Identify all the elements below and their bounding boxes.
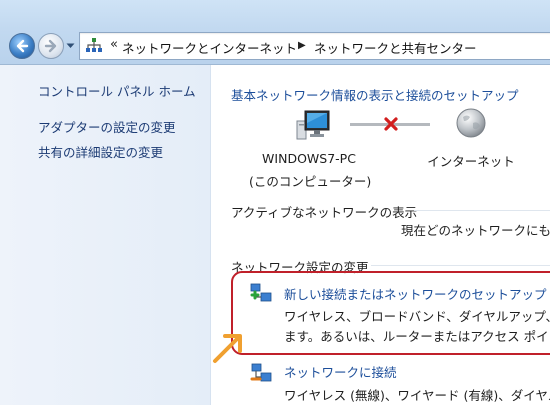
- control-panel-home-link[interactable]: コントロール パネル ホーム: [38, 81, 196, 100]
- breadcrumb-item-network-internet[interactable]: ネットワークとインターネット: [122, 38, 297, 57]
- connect-network-desc: ワイヤレス (無線)、ワイヤード (有線)、ダイヤル: [284, 388, 550, 403]
- forward-button[interactable]: [38, 33, 64, 59]
- internet-label[interactable]: インターネット: [421, 151, 521, 170]
- computer-name-label: WINDOWS7-PC: [262, 151, 356, 166]
- advanced-sharing-link[interactable]: 共有の詳細設定の変更: [38, 142, 163, 161]
- internet-globe-icon: [456, 108, 486, 138]
- adapter-settings-link[interactable]: アダプターの設定の変更: [38, 117, 176, 136]
- pointer-arrow-icon: [213, 334, 242, 363]
- history-dropdown-icon[interactable]: [66, 43, 75, 49]
- arrow-right-icon: [44, 39, 57, 53]
- address-bar: « ネットワークとインターネット ▶ ネットワークと共有センター: [0, 0, 550, 65]
- breadcrumb-arrow-icon[interactable]: ▶: [298, 40, 306, 51]
- active-networks-heading: アクティブなネットワークの表示: [231, 205, 418, 220]
- active-network-status: 現在どのネットワークにも接: [401, 223, 550, 238]
- main-content: 基本ネットワーク情報の表示と接続のセットアップ WINDOWS7-PC (このコ…: [211, 65, 550, 405]
- breadcrumb-overflow[interactable]: «: [110, 37, 118, 52]
- highlight-frame: [231, 271, 550, 355]
- section-divider: [371, 265, 550, 266]
- disconnected-x-icon: [384, 117, 398, 131]
- network-center-icon: [86, 38, 102, 52]
- breadcrumb-item-sharing-center[interactable]: ネットワークと共有センター: [314, 38, 477, 57]
- section-divider: [414, 210, 550, 211]
- left-pane: コントロール パネル ホーム アダプターの設定の変更 共有の詳細設定の変更: [0, 65, 211, 405]
- breadcrumb[interactable]: « ネットワークとインターネット ▶ ネットワークと共有センター: [79, 32, 550, 60]
- connect-network-icon: [250, 363, 272, 382]
- computer-sub-label: (このコンピューター): [249, 174, 372, 189]
- computer-icon: [296, 110, 330, 140]
- page-title: 基本ネットワーク情報の表示と接続のセットアップ: [231, 88, 519, 103]
- back-button[interactable]: [9, 33, 35, 59]
- arrow-left-icon: [16, 39, 29, 53]
- connect-network-link[interactable]: ネットワークに接続: [284, 362, 397, 381]
